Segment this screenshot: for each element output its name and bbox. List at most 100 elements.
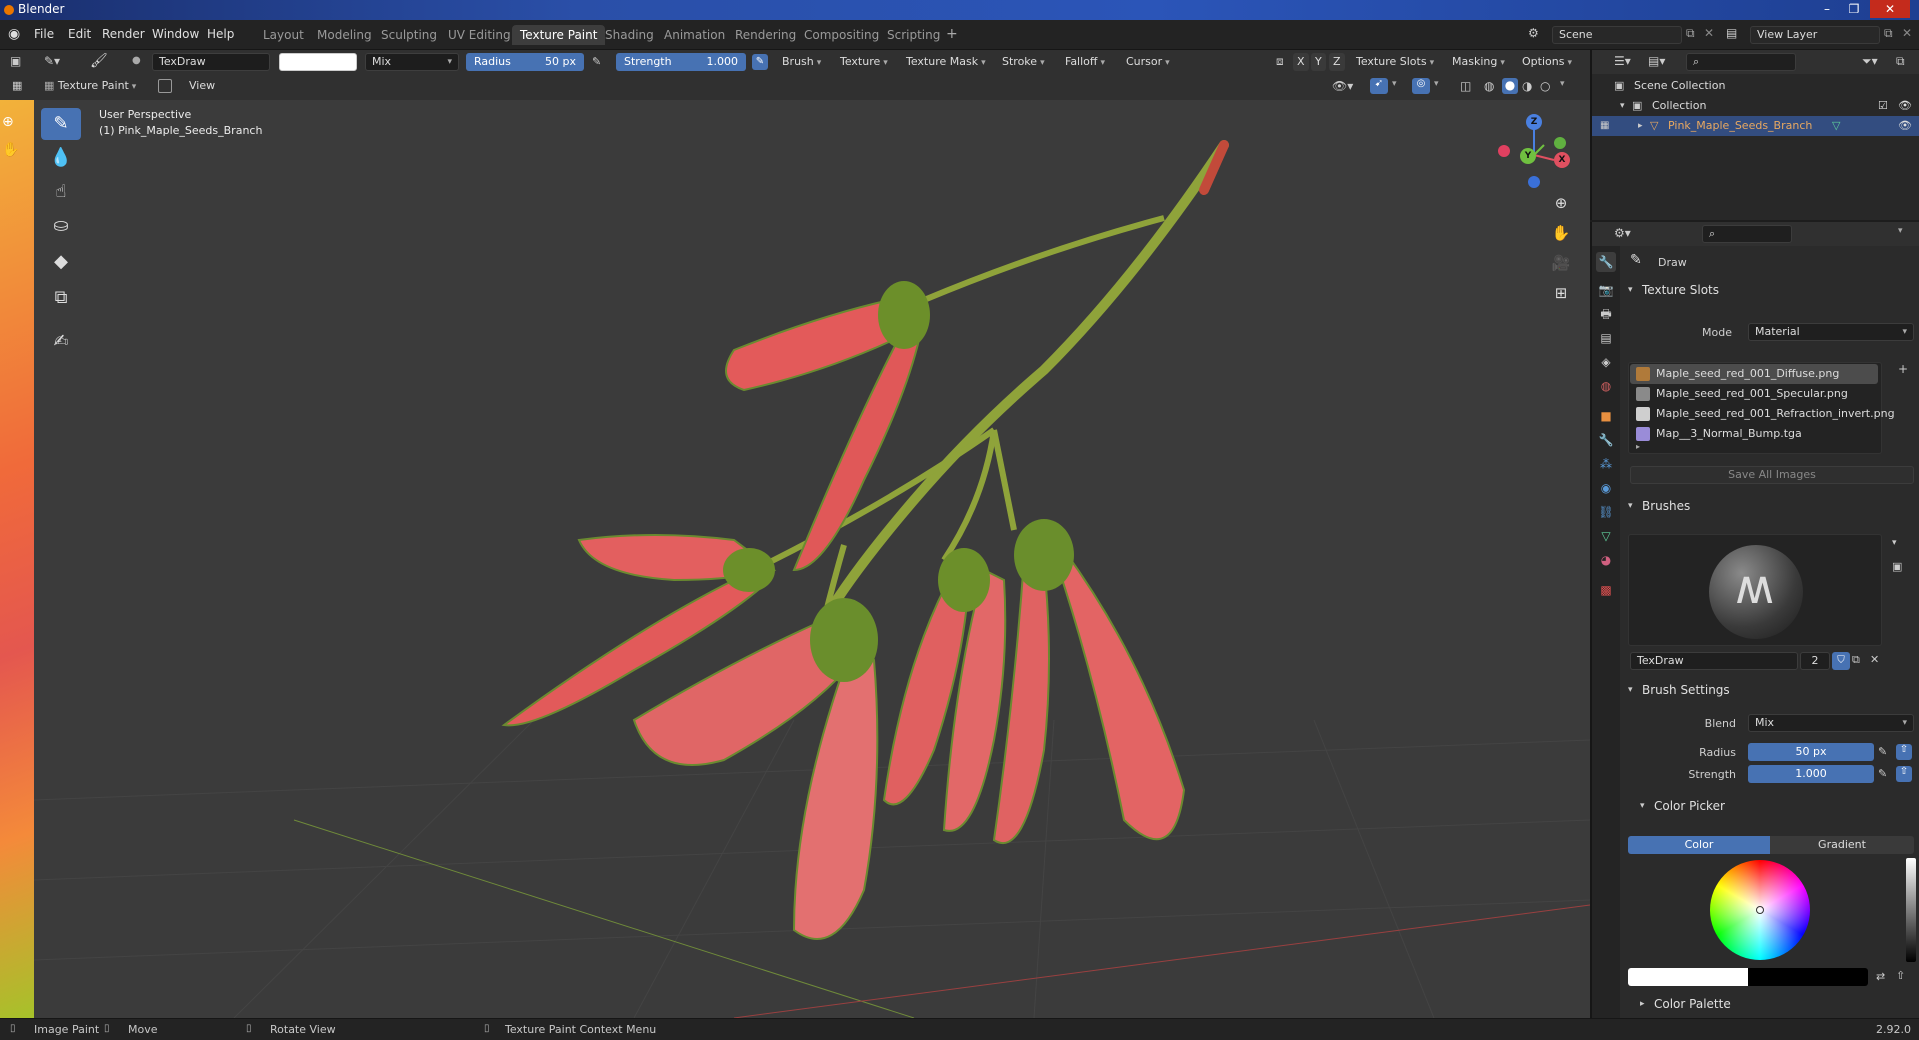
data-tab-icon[interactable]: ▽ — [1596, 526, 1616, 546]
tab-rendering[interactable]: Rendering — [727, 25, 804, 45]
material-shading-icon[interactable]: ◑ — [1522, 79, 1532, 93]
brush-radius-slider[interactable]: 50 px — [1748, 743, 1874, 761]
zoom-icon[interactable]: ⊕ — [1548, 190, 1574, 216]
color-wheel-cursor[interactable] — [1756, 906, 1764, 914]
texture-slot-item[interactable]: Maple_seed_red_001_Diffuse.png — [1630, 364, 1878, 384]
menu-falloff[interactable]: Falloff ▾ — [1061, 53, 1109, 71]
menu-texture[interactable]: Texture ▾ — [836, 53, 892, 71]
collection-expand-icon[interactable]: ▾ — [1620, 96, 1625, 116]
menu-edit[interactable]: Edit — [68, 27, 91, 41]
view-layer-icon[interactable]: ▤ — [1726, 26, 1737, 40]
fill-tool-icon[interactable]: ◆ — [41, 246, 81, 278]
overlay-dropdown-icon[interactable]: ▾ — [1434, 79, 1439, 89]
new-collection-icon[interactable]: ⧉ — [1896, 54, 1905, 69]
tab-shading[interactable]: Shading — [597, 25, 662, 45]
solid-shading-icon[interactable]: ● — [1502, 78, 1518, 94]
tab-texture-paint[interactable]: Texture Paint — [512, 25, 606, 45]
mirror-y-toggle[interactable]: Y — [1311, 53, 1326, 71]
menu-cursor[interactable]: Cursor ▾ — [1122, 53, 1174, 71]
value-slider[interactable] — [1906, 858, 1916, 962]
primary-color-swatch[interactable] — [1628, 968, 1748, 986]
gizmo-dropdown-icon[interactable]: ▾ — [1392, 79, 1397, 89]
menu-help[interactable]: Help — [207, 27, 234, 41]
panel-texture-slots[interactable]: ▾ Texture Slots — [1620, 278, 1919, 302]
particles-tab-icon[interactable]: ⁂ — [1596, 454, 1616, 474]
gizmo-neg-z[interactable] — [1528, 176, 1540, 188]
outliner-row-collection[interactable]: ▾ ▣ Collection ☑ 👁 — [1592, 96, 1919, 116]
delete-scene-icon[interactable]: ✕ — [1704, 26, 1714, 40]
outliner-row-object[interactable]: ▦ ▸ ▽ Pink_Maple_Seeds_Branch ▽ 👁 — [1592, 116, 1919, 136]
render-tab-icon[interactable]: 📷 — [1596, 280, 1616, 300]
properties-search-input[interactable]: ⌕ — [1702, 225, 1792, 243]
strength-unit-toggle-icon[interactable]: ⇧ — [1896, 766, 1912, 782]
perspective-toggle-icon[interactable]: ⊞ — [1548, 280, 1574, 306]
editor-type-icon-2[interactable]: ▦ — [12, 79, 22, 92]
properties-options-icon[interactable]: ▾ — [1898, 226, 1903, 236]
color-unit-toggle-icon[interactable]: ⇧ — [1896, 969, 1905, 982]
menu-brush[interactable]: Brush ▾ — [778, 53, 825, 71]
editor-type-icon[interactable]: ▣ — [10, 54, 21, 68]
brush-color-swatch[interactable] — [279, 53, 357, 71]
draw-tool-icon[interactable]: ✎ — [41, 108, 81, 140]
collection-checkbox[interactable]: ☑ — [1878, 96, 1888, 116]
output-tab-icon[interactable]: 🖶 — [1596, 304, 1616, 324]
add-workspace-icon[interactable]: + — [946, 26, 958, 42]
object-expand-icon[interactable]: ▸ — [1638, 116, 1643, 136]
object-tab-icon[interactable]: ■ — [1596, 406, 1616, 426]
xray-icon[interactable]: ◫ — [1460, 79, 1471, 93]
shading-dropdown-icon[interactable]: ▾ — [1560, 79, 1565, 89]
outliner-editor-icon[interactable]: ☰▾ — [1614, 54, 1631, 68]
smear-tool-icon[interactable]: ☝ — [41, 176, 81, 208]
outliner-row-scene-collection[interactable]: ▣ Scene Collection — [1592, 76, 1919, 96]
gizmo-neg-x[interactable] — [1498, 145, 1510, 157]
unlink-brush-icon[interactable]: ✕ — [1870, 653, 1879, 666]
menu-view[interactable]: View — [189, 79, 215, 92]
radius-pressure-toggle-icon[interactable]: ✎ — [1878, 745, 1887, 758]
gizmo-y-axis[interactable]: Y — [1520, 148, 1536, 164]
brush-browse-icon[interactable]: ● — [132, 55, 141, 66]
3d-viewport[interactable]: User Perspective (1) Pink_Maple_Seeds_Br… — [34, 100, 1590, 1018]
add-texture-slot-icon[interactable]: + — [1898, 362, 1908, 376]
secondary-color-swatch[interactable] — [1748, 968, 1868, 986]
panel-color-picker[interactable]: ▾ Color Picker — [1632, 794, 1912, 818]
wireframe-shading-icon[interactable]: ◍ — [1484, 79, 1494, 93]
texture-slot-mode-dropdown[interactable]: Material ▾ — [1748, 323, 1914, 341]
material-tab-icon[interactable]: ◕ — [1596, 550, 1616, 570]
clone-tool-icon[interactable]: ⛀ — [41, 210, 81, 242]
mirror-z-toggle[interactable]: Z — [1329, 53, 1345, 71]
list-expand-icon[interactable]: ▸ — [1636, 442, 1640, 451]
color-tab[interactable]: Color — [1628, 836, 1770, 854]
constraints-tab-icon[interactable]: ⛓ — [1596, 502, 1616, 522]
paint-mask-icon[interactable] — [158, 79, 172, 93]
radius-pressure-icon[interactable]: ✎ — [592, 55, 601, 68]
menu-options[interactable]: Options ▾ — [1518, 53, 1576, 71]
blend-mode-dropdown[interactable]: Mix ▾ — [365, 53, 459, 71]
tab-uv-editing[interactable]: UV Editing — [440, 25, 519, 45]
mirror-x-toggle[interactable]: X — [1293, 53, 1309, 71]
swap-colors-icon[interactable]: ⇄ — [1876, 970, 1885, 983]
gradient-tab[interactable]: Gradient — [1770, 836, 1914, 854]
fake-user-shield-icon[interactable]: ⛉ — [1832, 652, 1850, 670]
menu-texture-mask[interactable]: Texture Mask ▾ — [902, 53, 990, 71]
menu-render[interactable]: Render — [102, 27, 145, 41]
texture-slot-item[interactable]: Map__3_Normal_Bump.tga — [1630, 424, 1878, 444]
display-mode-icon[interactable]: ▤▾ — [1648, 54, 1665, 68]
texture-slot-item[interactable]: Maple_seed_red_001_Refraction_invert.png — [1630, 404, 1895, 424]
menu-window[interactable]: Window — [152, 27, 199, 41]
physics-tab-icon[interactable]: ◉ — [1596, 478, 1616, 498]
save-all-images-button[interactable]: Save All Images — [1630, 466, 1914, 484]
tab-modeling[interactable]: Modeling — [309, 25, 380, 45]
brush-image-icon[interactable]: ▣ — [1892, 560, 1902, 573]
tab-scripting[interactable]: Scripting — [879, 25, 948, 45]
world-tab-icon[interactable]: ◍ — [1596, 376, 1616, 396]
modifier-tab-icon[interactable]: 🔧 — [1596, 430, 1616, 450]
gizmo-x-axis[interactable]: X — [1554, 152, 1570, 168]
maximize-button[interactable]: ❐ — [1843, 0, 1865, 18]
overlay-toggle-icon[interactable]: ◎ — [1412, 78, 1430, 94]
gizmo-toggle-icon[interactable]: ➹ — [1370, 78, 1388, 94]
soften-tool-icon[interactable]: 💧 — [41, 142, 81, 174]
brush-list-dropdown-icon[interactable]: ▾ — [1892, 538, 1897, 548]
zoom-icon-left[interactable]: ⊕ — [2, 114, 14, 130]
strength-slider[interactable]: Strength 1.000 — [616, 53, 746, 71]
scene-icon[interactable]: ⚙ — [1528, 26, 1539, 40]
